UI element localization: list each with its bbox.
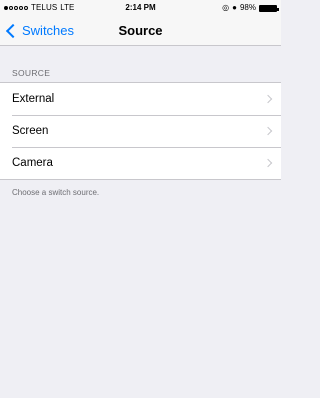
list-item-label: Camera (12, 157, 53, 169)
alarm-icon: ● (232, 3, 237, 12)
battery-icon (259, 4, 279, 12)
page-title: Source (118, 23, 163, 38)
list-item-camera[interactable]: Camera (0, 147, 281, 179)
list-item-label: Screen (12, 125, 49, 137)
navigation-bar: Switches Source (0, 16, 281, 45)
battery-percent: 98% (239, 3, 256, 12)
list-item-screen[interactable]: Screen (0, 115, 281, 147)
list-item-label: External (12, 93, 55, 105)
list-item-external[interactable]: External (0, 83, 281, 115)
source-list: External Screen Camera (0, 82, 281, 180)
section-footer: Choose a switch source. (12, 188, 100, 197)
section-header: SOURCE (12, 68, 51, 78)
chevron-right-icon (263, 94, 273, 104)
status-bar: TELUS LTE 2:14 PM ◎ ● 98% (0, 0, 281, 16)
chevron-right-icon (263, 158, 273, 168)
location-icon: ◎ (222, 3, 230, 12)
screen: TELUS LTE 2:14 PM ◎ ● 98% Switches Sourc… (0, 0, 281, 398)
status-right: ◎ ● 98% (222, 0, 279, 16)
chevron-right-icon (263, 126, 273, 136)
top-bar: TELUS LTE 2:14 PM ◎ ● 98% Switches Sourc… (0, 0, 281, 46)
